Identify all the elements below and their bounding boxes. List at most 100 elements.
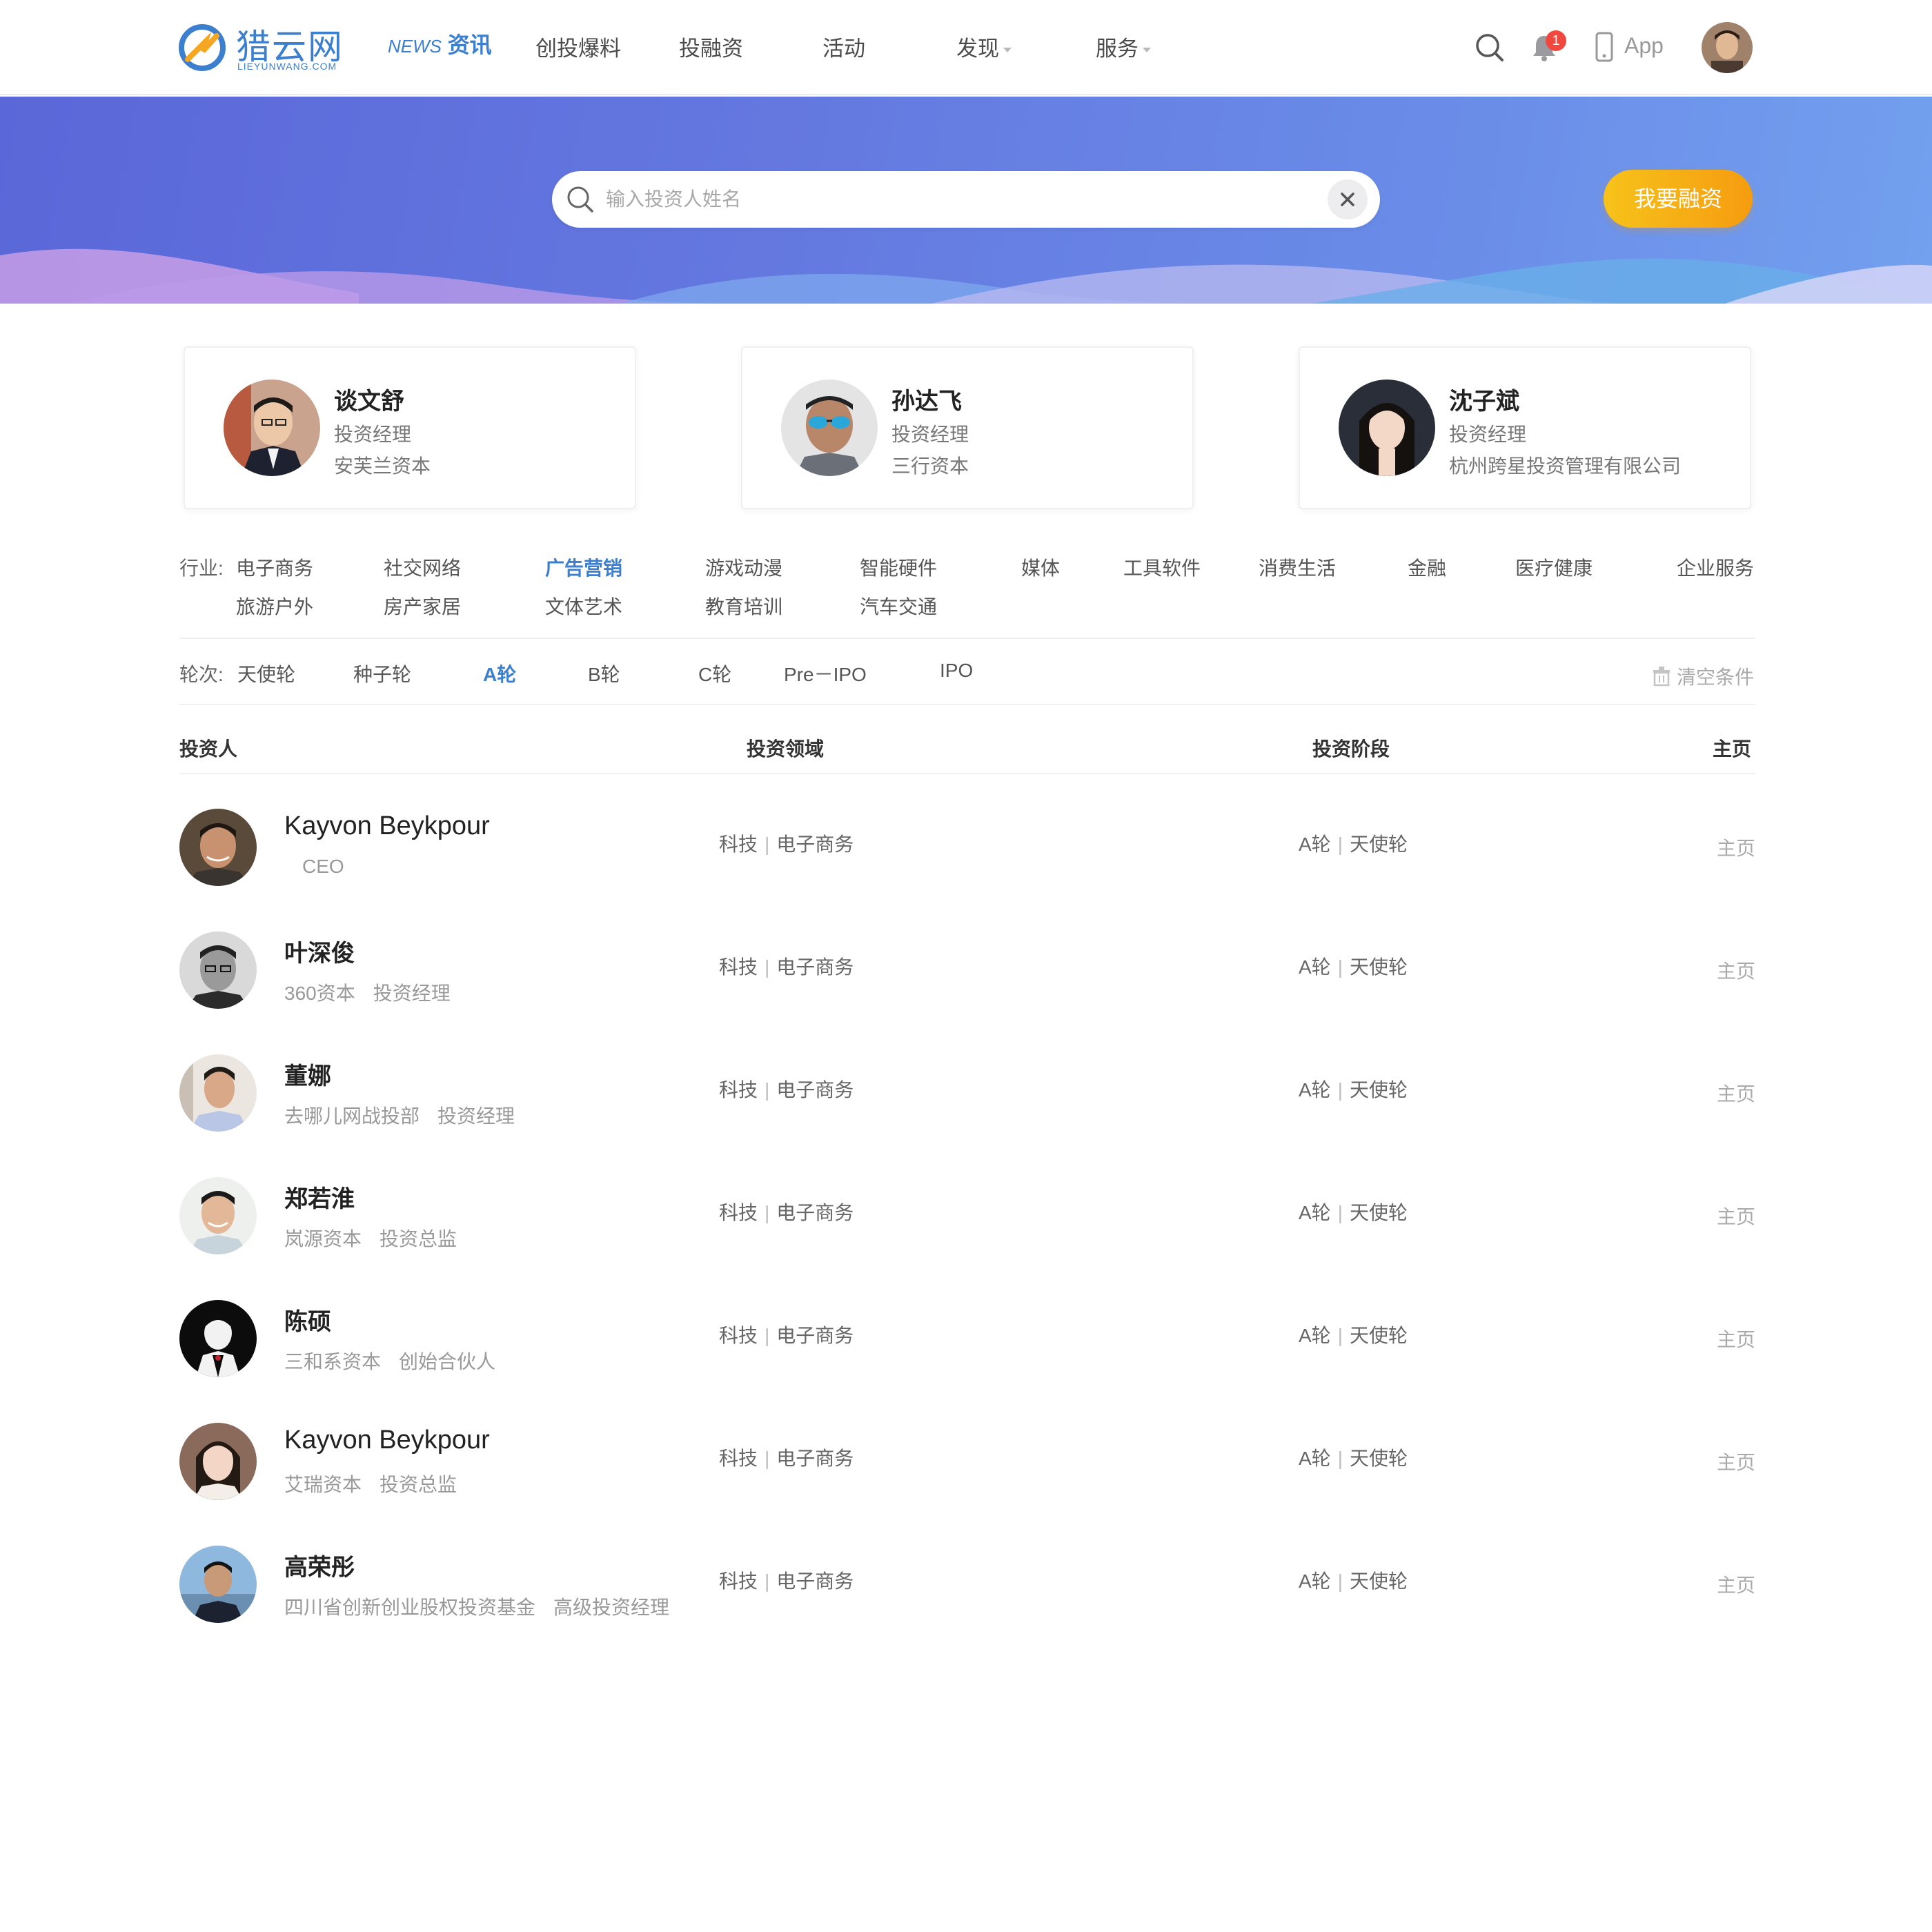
- investor-org: 岚源资本: [284, 1228, 362, 1250]
- field-tag: 电子商务: [776, 1325, 854, 1346]
- homepage-link[interactable]: 主页: [1717, 1448, 1755, 1475]
- notification-badge: 1: [1546, 30, 1566, 51]
- investment-field: 科技 | 电子商务: [719, 1448, 854, 1469]
- investor-name[interactable]: 董娜: [284, 1057, 331, 1091]
- field-tag: 电子商务: [776, 834, 854, 855]
- industry-option[interactable]: 金融: [1408, 553, 1446, 581]
- investor-name[interactable]: 高荣彤: [284, 1548, 355, 1582]
- table-row[interactable]: 陈硕 三和系资本 创始合伙人 科技 | 电子商务 A轮 | 天使轮 主页: [179, 1300, 1755, 1423]
- round-filter-label: 轮次:: [179, 664, 224, 685]
- investor-subtitle: 三和系资本 创始合伙人: [284, 1347, 513, 1374]
- industry-option[interactable]: 旅游户外: [236, 592, 313, 620]
- investor-org: 去哪儿网战投部: [284, 1105, 420, 1127]
- round-option[interactable]: Pre－IPO: [784, 660, 867, 687]
- round-option[interactable]: B轮: [588, 660, 620, 687]
- investor-name[interactable]: Kayvon Beykpour: [284, 811, 490, 841]
- clear-search-button[interactable]: [1328, 179, 1368, 219]
- investor-name[interactable]: 叶深俊: [284, 934, 355, 968]
- column-header-stage: 投资阶段: [1312, 738, 1390, 760]
- round-option[interactable]: 种子轮: [353, 660, 411, 687]
- avatar: [179, 1423, 257, 1500]
- industry-option[interactable]: 媒体: [1021, 553, 1060, 581]
- investor-name[interactable]: 陈硕: [284, 1303, 331, 1337]
- stage-tag: 天使轮: [1349, 1570, 1408, 1592]
- nav-item-events[interactable]: 活动: [822, 31, 865, 62]
- investor-name[interactable]: Kayvon Beykpour: [284, 1426, 490, 1455]
- stage-tag: A轮: [1299, 1202, 1331, 1223]
- investor-subtitle: 360资本 投资经理: [284, 978, 469, 1006]
- investment-stage: A轮 | 天使轮: [1299, 1570, 1408, 1592]
- homepage-link[interactable]: 主页: [1717, 1202, 1755, 1230]
- industry-option[interactable]: 文体艺术: [545, 592, 622, 620]
- featured-investor-card[interactable]: 谈文舒 投资经理 安芙兰资本: [184, 346, 636, 509]
- investor-subtitle: 岚源资本 投资总监: [284, 1224, 475, 1252]
- industry-option[interactable]: 医疗健康: [1515, 553, 1593, 581]
- industry-option[interactable]: 消费生活: [1259, 553, 1336, 581]
- industry-filter-label: 行业:: [179, 558, 224, 579]
- round-option[interactable]: IPO: [940, 660, 973, 682]
- avatar: [1339, 379, 1435, 476]
- table-row[interactable]: 郑若淮 岚源资本 投资总监 科技 | 电子商务 A轮 | 天使轮 主页: [179, 1177, 1755, 1300]
- industry-option-active[interactable]: 广告营销: [545, 553, 622, 581]
- clear-filters-button[interactable]: 清空条件: [1652, 662, 1754, 690]
- nav-item-services[interactable]: 服务: [1096, 31, 1151, 62]
- industry-option[interactable]: 房产家居: [384, 592, 461, 620]
- investor-org: 360资本: [284, 983, 355, 1004]
- table-row[interactable]: 叶深俊 360资本 投资经理 科技 | 电子商务 A轮 | 天使轮 主页: [179, 931, 1755, 1054]
- nav-services-label: 服务: [1096, 37, 1138, 61]
- industry-option[interactable]: 游戏动漫: [705, 553, 782, 581]
- chevron-down-icon: [1143, 48, 1151, 53]
- round-option[interactable]: 天使轮: [237, 660, 295, 687]
- homepage-link[interactable]: 主页: [1717, 1570, 1755, 1598]
- divider: [179, 704, 1755, 705]
- industry-option[interactable]: 教育培训: [705, 592, 782, 620]
- nav-discover-label: 发现: [956, 37, 999, 61]
- apply-funding-button[interactable]: 我要融资: [1604, 170, 1753, 228]
- investor-search-input[interactable]: [606, 182, 1296, 217]
- round-option[interactable]: C轮: [698, 660, 731, 687]
- app-link[interactable]: App: [1624, 33, 1664, 59]
- industry-option[interactable]: 企业服务: [1677, 553, 1754, 581]
- industry-option[interactable]: 社交网络: [384, 553, 461, 581]
- homepage-link[interactable]: 主页: [1717, 1325, 1755, 1352]
- industry-option[interactable]: 电子商务: [236, 553, 313, 581]
- homepage-link[interactable]: 主页: [1717, 1079, 1755, 1107]
- stage-tag: A轮: [1299, 834, 1331, 855]
- phone-icon[interactable]: [1595, 32, 1613, 62]
- homepage-link[interactable]: 主页: [1717, 834, 1755, 861]
- stage-tag: A轮: [1299, 1079, 1331, 1101]
- investment-stage: A轮 | 天使轮: [1299, 1202, 1408, 1223]
- table-row[interactable]: Kayvon Beykpour 艾瑞资本 投资总监 科技 | 电子商务 A轮 | 天使轮 …: [179, 1423, 1755, 1546]
- industry-option[interactable]: 汽车交通: [860, 592, 937, 620]
- nav-news[interactable]: NEWS 资讯: [388, 28, 492, 59]
- logo-icon: [179, 24, 226, 71]
- featured-investor-card[interactable]: 孙达飞 投资经理 三行资本: [741, 346, 1194, 509]
- table-row[interactable]: 董娜 去哪儿网战投部 投资经理 科技 | 电子商务 A轮 | 天使轮 主页: [179, 1054, 1755, 1177]
- featured-investor-card[interactable]: 沈子斌 投资经理 杭州跨星投资管理有限公司: [1299, 346, 1751, 509]
- field-tag: 科技: [719, 1202, 758, 1223]
- table-row[interactable]: Kayvon Beykpour CEO 科技 | 电子商务 A轮 | 天使轮 主页: [179, 809, 1755, 931]
- featured-org: 安芙兰资本: [334, 455, 431, 477]
- investment-field: 科技 | 电子商务: [719, 956, 854, 978]
- homepage-link[interactable]: 主页: [1717, 956, 1755, 984]
- featured-role: 投资经理: [1449, 424, 1527, 445]
- avatar: [179, 1546, 257, 1623]
- table-row[interactable]: 高荣彤 四川省创新创业股权投资基金 高级投资经理 科技 | 电子商务 A轮 | 天使轮 主…: [179, 1546, 1755, 1668]
- industry-option[interactable]: 工具软件: [1123, 553, 1201, 581]
- column-header-investor: 投资人: [179, 738, 238, 760]
- nav-item-startup-tips[interactable]: 创投爆料: [535, 31, 621, 62]
- investor-name[interactable]: 郑若淮: [284, 1180, 355, 1214]
- search-icon[interactable]: [1475, 33, 1504, 62]
- column-header-field: 投资领域: [747, 738, 825, 760]
- investor-title: 投资总监: [379, 1474, 457, 1495]
- nav-item-discover[interactable]: 发现: [956, 31, 1012, 62]
- featured-name: 孙达飞: [891, 388, 962, 415]
- nav-item-financing[interactable]: 投融资: [679, 31, 743, 62]
- industry-option[interactable]: 智能硬件: [860, 553, 937, 581]
- trash-icon: [1653, 667, 1670, 687]
- hero-banner: 我要融资: [0, 97, 1932, 304]
- field-tag: 电子商务: [776, 1570, 854, 1592]
- user-avatar[interactable]: [1702, 22, 1753, 73]
- site-logo[interactable]: 猎云网 LIEYUNWANG.COM: [178, 21, 351, 75]
- round-option-active[interactable]: A轮: [483, 660, 516, 687]
